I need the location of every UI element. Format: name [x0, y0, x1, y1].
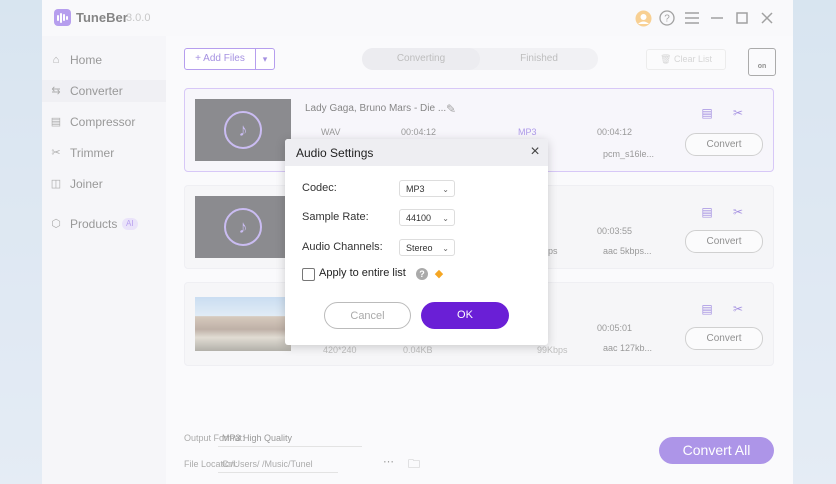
audio-channels-label: Audio Channels:: [302, 241, 383, 253]
premium-diamond-icon: ◆: [434, 268, 444, 280]
ok-button[interactable]: OK: [421, 302, 509, 329]
codec-label: Codec:: [302, 182, 337, 194]
codec-select[interactable]: MP3 ⌄: [399, 180, 455, 197]
apply-to-list-checkbox[interactable]: [302, 268, 315, 281]
chevron-down-icon: ⌄: [442, 244, 449, 253]
codec-value: MP3: [406, 184, 425, 194]
cancel-button[interactable]: Cancel: [324, 302, 411, 329]
audio-settings-dialog: Audio Settings × Codec: MP3 ⌄ Sample Rat…: [285, 139, 548, 345]
audio-channels-value: Stereo: [406, 243, 433, 253]
close-icon[interactable]: ×: [528, 144, 542, 160]
sample-rate-value: 44100: [406, 213, 432, 223]
sample-rate-select[interactable]: 44100 ⌄: [399, 209, 455, 226]
dialog-title: Audio Settings: [296, 146, 374, 160]
help-icon[interactable]: ?: [416, 268, 428, 280]
chevron-down-icon: ⌄: [442, 185, 449, 194]
dialog-header: Audio Settings ×: [285, 139, 548, 166]
audio-channels-select[interactable]: Stereo ⌄: [399, 239, 455, 256]
sample-rate-label: Sample Rate:: [302, 211, 369, 223]
chevron-down-icon: ⌄: [442, 214, 449, 223]
apply-to-list-label[interactable]: Apply to entire list: [319, 267, 406, 279]
